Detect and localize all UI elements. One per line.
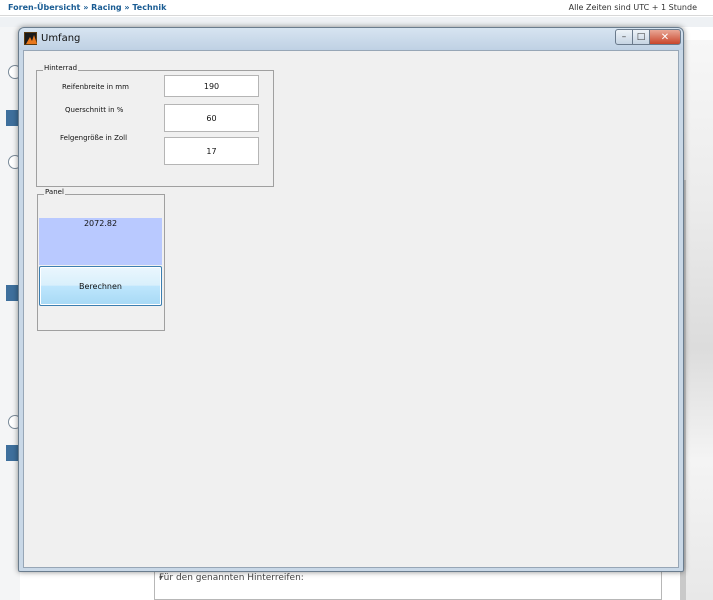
matlab-app-icon bbox=[24, 32, 37, 45]
breadcrumb-link-forum[interactable]: Foren-Übersicht bbox=[8, 3, 80, 12]
berechnen-button[interactable]: Berechnen bbox=[39, 266, 162, 306]
querschnitt-input[interactable]: 60 bbox=[164, 104, 259, 132]
textarea-scroll-arrow-icon[interactable]: ▾ bbox=[159, 574, 658, 582]
result-display: 2072.82 bbox=[39, 218, 162, 265]
umfang-window: Umfang – □ ✕ Hinterrad Reifenbreite in m… bbox=[18, 27, 684, 572]
minimize-button[interactable]: – bbox=[615, 29, 633, 45]
forum-topbar: Foren-Übersicht » Racing » Technik Alle … bbox=[0, 0, 713, 16]
breadcrumb-link-technik[interactable]: Technik bbox=[132, 3, 166, 12]
reifenbreite-label: Reifenbreite in mm bbox=[62, 83, 129, 91]
forum-left-column bbox=[0, 27, 22, 600]
close-button[interactable]: ✕ bbox=[649, 29, 681, 45]
felgengroesse-label: Felgengröße in Zoll bbox=[60, 134, 128, 142]
breadcrumb-separator: » bbox=[83, 3, 89, 12]
title-bar[interactable]: Umfang – □ ✕ bbox=[19, 28, 683, 50]
forum-right-background bbox=[684, 40, 713, 600]
reifenbreite-input[interactable]: 190 bbox=[164, 75, 259, 97]
window-title: Umfang bbox=[41, 33, 81, 44]
reply-textarea[interactable]: Für den genannten Hinterreifen: ▾ bbox=[154, 570, 662, 600]
forum-header-strip bbox=[0, 17, 713, 27]
panel-label: Panel bbox=[44, 188, 65, 196]
querschnitt-label: Querschnitt in % bbox=[65, 106, 124, 114]
maximize-button[interactable]: □ bbox=[632, 29, 650, 45]
window-client-area: Hinterrad Reifenbreite in mm 190 Quersch… bbox=[23, 50, 679, 568]
breadcrumb-link-racing[interactable]: Racing bbox=[91, 3, 121, 12]
breadcrumb-separator: » bbox=[124, 3, 130, 12]
hinterrad-group: Hinterrad Reifenbreite in mm 190 Quersch… bbox=[36, 64, 274, 187]
timezone-notice: Alle Zeiten sind UTC + 1 Stunde bbox=[568, 3, 697, 12]
hinterrad-group-label: Hinterrad bbox=[43, 64, 79, 72]
breadcrumb: Foren-Übersicht » Racing » Technik bbox=[8, 3, 166, 12]
felgengroesse-input[interactable]: 17 bbox=[164, 137, 259, 165]
calc-panel: Panel 2072.82 Berechnen bbox=[37, 188, 165, 331]
